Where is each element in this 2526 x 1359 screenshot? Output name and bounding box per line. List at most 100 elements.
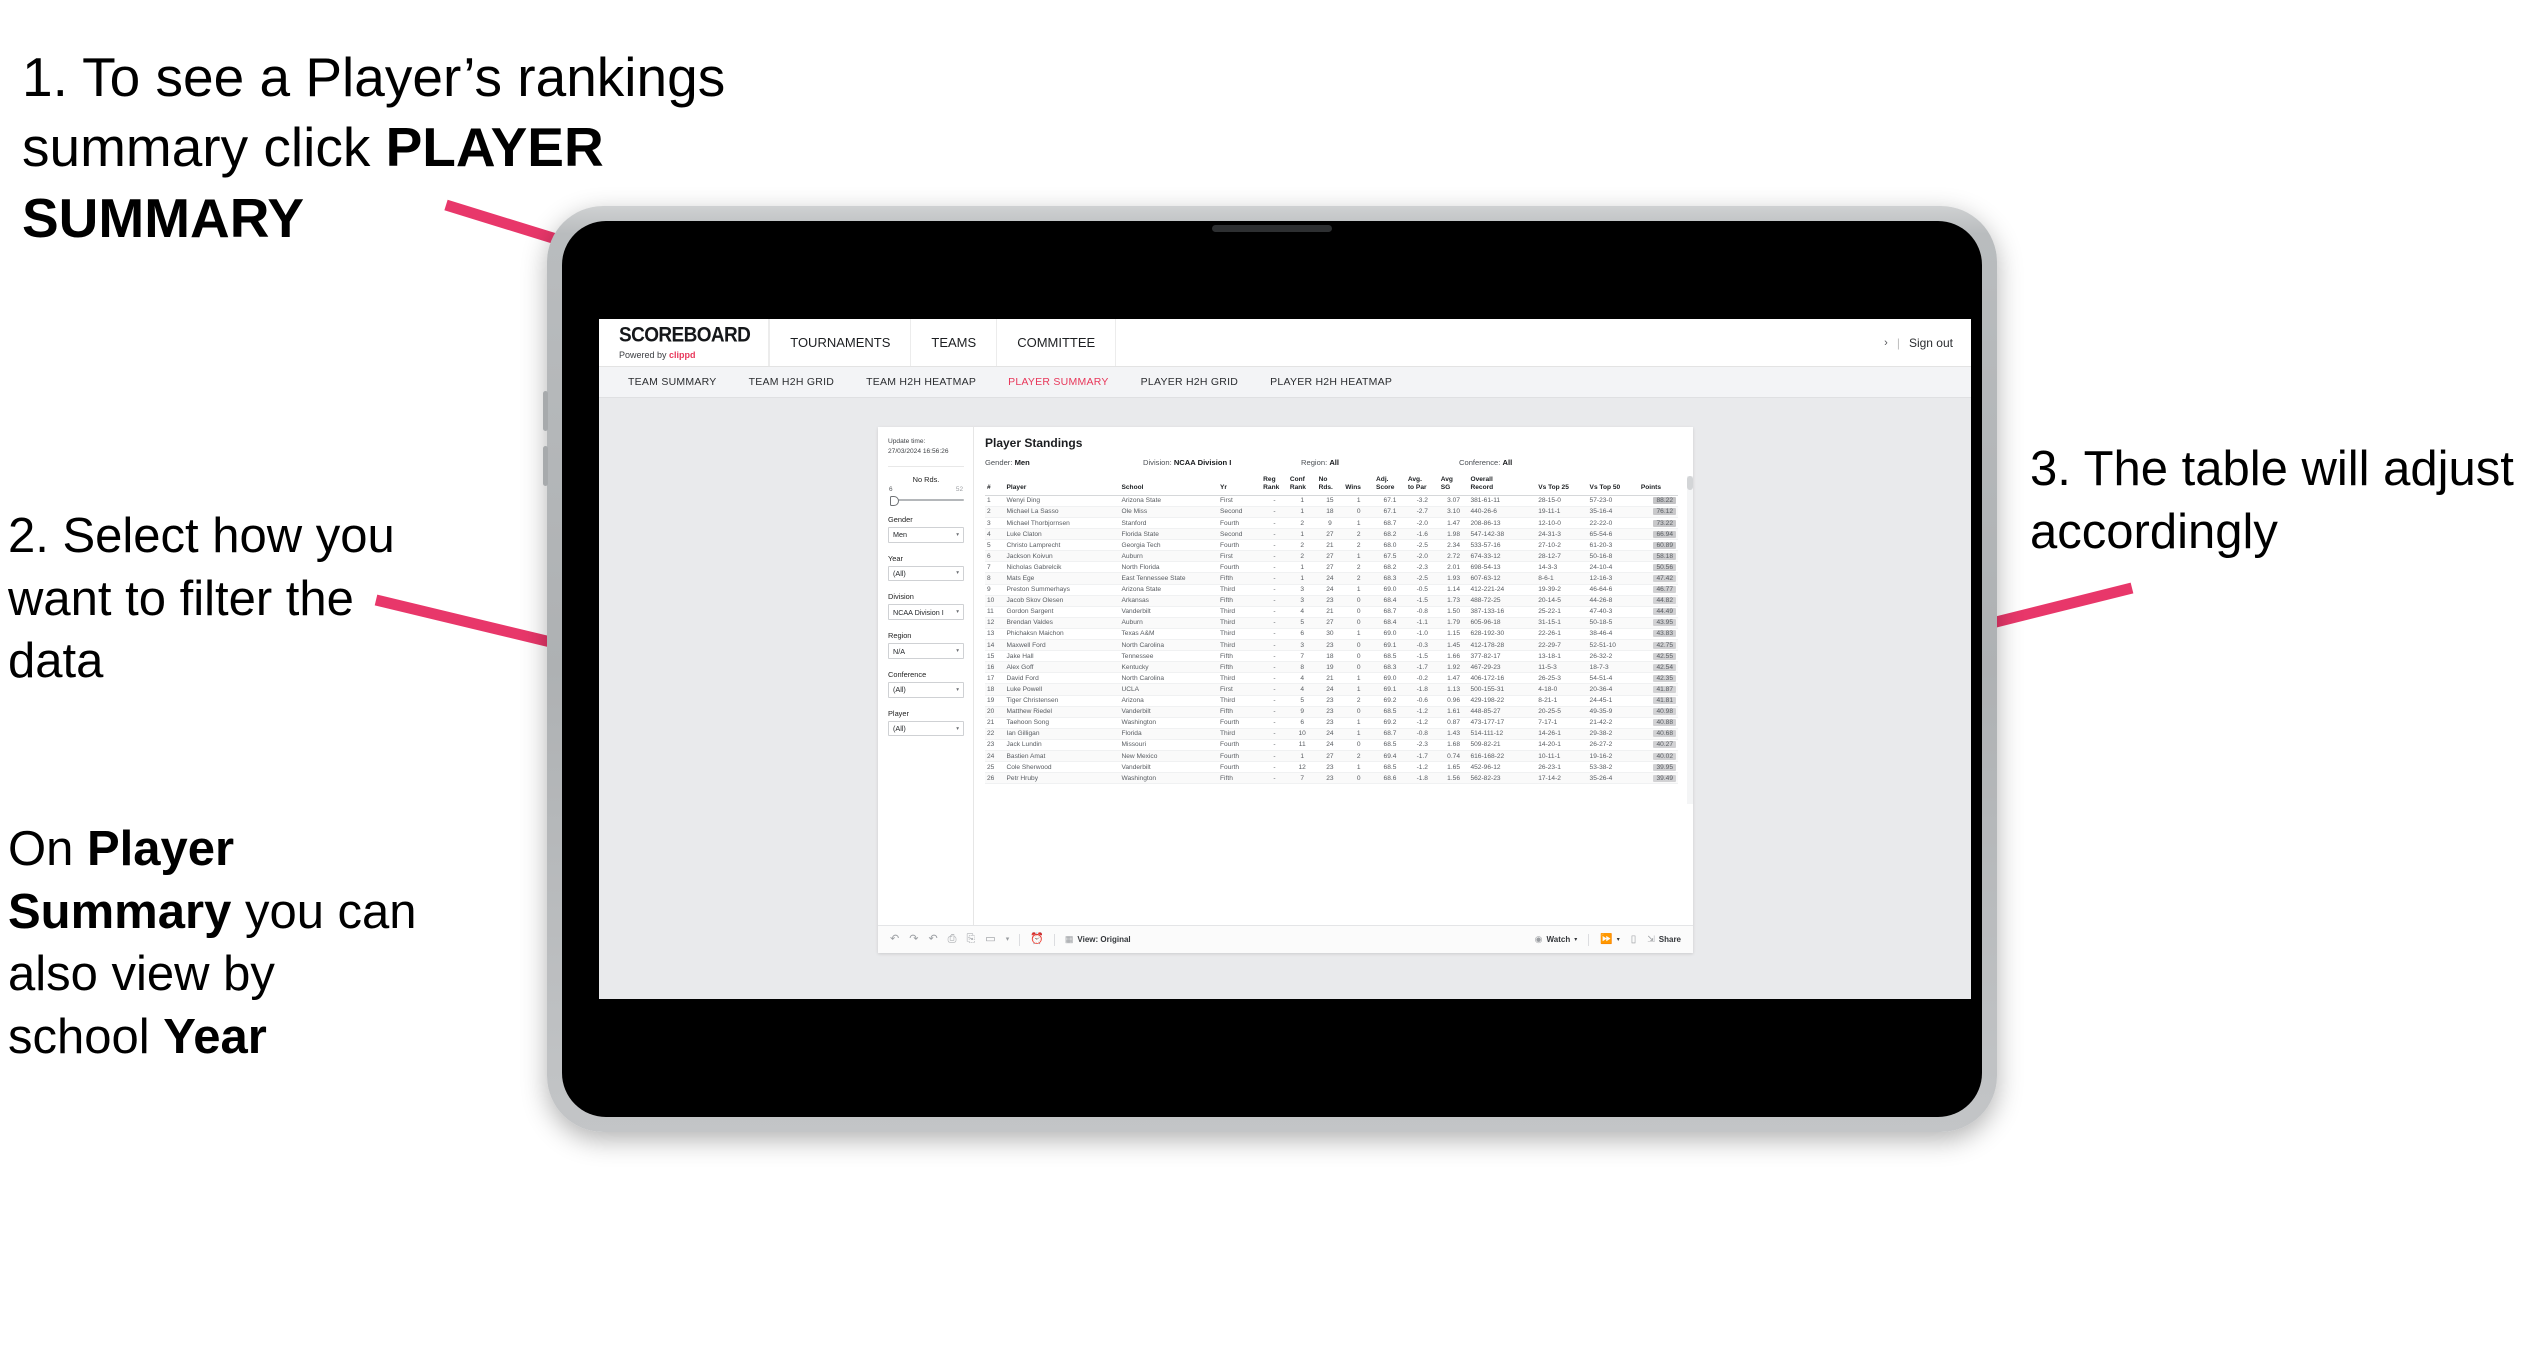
col-vs-top-25[interactable]: Vs Top 25 (1536, 476, 1588, 496)
cell-conf: 10 (1287, 728, 1317, 740)
tab-team-h2h-heatmap[interactable]: TEAM H2H HEATMAP (850, 376, 992, 388)
redo-icon[interactable]: ↷ (909, 934, 918, 945)
table-row[interactable]: 13 Phichaksn Maichon Texas A&M Third -6 30 1 69… (985, 628, 1678, 641)
year-select[interactable]: (All) ▾ (888, 565, 964, 582)
table-row[interactable]: 9 Preston Summerhays Arizona State Third -3 2… (985, 584, 1678, 596)
filter-divider (888, 465, 964, 467)
col-player[interactable]: Player (1004, 476, 1120, 496)
sub-navigation: TEAM SUMMARY TEAM H2H GRID TEAM H2H HEAT… (599, 367, 1971, 398)
cell-n: 21 (985, 717, 1005, 729)
cell-pts: 76.12 (1638, 506, 1678, 519)
slider-handle[interactable] (890, 495, 899, 506)
table-row[interactable]: 18 Luke Powell UCLA First -4 24 1 69.1 -1.8 1.13 5… (985, 683, 1678, 696)
cell-yr: Third (1218, 617, 1262, 629)
rectangle-select-icon[interactable]: ▭ (985, 934, 995, 945)
col-avg-sg[interactable]: Avg SG (1438, 476, 1469, 496)
view-original-button[interactable]: ▦ View: Original (1065, 935, 1131, 945)
table-row[interactable]: 7 Nicholas Gabrelcik North Florida Fourth -1… (985, 561, 1678, 574)
undo-icon[interactable]: ↶ (890, 934, 899, 945)
table-row[interactable]: 14 Maxwell Ford North Carolina Third -3 23 0 69… (985, 639, 1678, 652)
cell-rds: 27 (1316, 528, 1344, 541)
cell-adj: 68.4 (1374, 617, 1406, 629)
table-row[interactable]: 10 Jacob Skov Olesen Arkansas Fifth -3 23 0 68.… (985, 595, 1678, 607)
pause-icon[interactable]: ⎘ (966, 934, 975, 945)
table-row[interactable]: 11 Gordon Sargent Vanderbilt Third -4 21 0 68.7… (985, 606, 1678, 618)
tab-team-h2h-grid[interactable]: TEAM H2H GRID (733, 376, 851, 388)
share-button[interactable]: ⇲ Share (1647, 935, 1681, 945)
cell-adj: 67.5 (1374, 550, 1406, 563)
chevron-down-icon[interactable]: ▾ (1006, 936, 1010, 943)
col-yr-l1: Yr (1220, 483, 1227, 491)
annotation-2b-prefix: On (8, 822, 87, 876)
clock-icon[interactable]: ⏰ (1030, 934, 1044, 945)
gender-select[interactable]: Men ▾ (888, 526, 964, 543)
col-school[interactable]: School (1119, 476, 1219, 496)
download-button[interactable]: ⏩ ▾ (1600, 934, 1619, 945)
no-rounds-max: 52 (955, 485, 963, 493)
col-conf-rank[interactable]: Conf Rank (1287, 476, 1317, 496)
cell-sg: 1.61 (1438, 706, 1469, 718)
table-row[interactable]: 19 Tiger Christensen Arizona Third -5 23 2 69.2… (985, 695, 1678, 707)
region-select[interactable]: N/A ▾ (888, 643, 964, 659)
cell-adj: 68.0 (1374, 539, 1406, 552)
cell-rds: 24 (1316, 739, 1344, 751)
table-row[interactable]: 6 Jackson Koivun Auburn First -2 27 1 67.5 -2.0 2… (985, 550, 1678, 563)
nav-item-committee[interactable]: COMMITTEE (997, 319, 1117, 366)
nav-label-committee: COMMITTEE (1017, 335, 1096, 350)
table-row[interactable]: 25 Cole Sherwood Vanderbilt Fourth -12 23 1 68.… (985, 761, 1678, 774)
no-rounds-slider[interactable] (888, 495, 964, 506)
tab-team-summary[interactable]: TEAM SUMMARY (612, 376, 733, 388)
tab-player-h2h-heatmap[interactable]: PLAYER H2H HEATMAP (1254, 376, 1408, 388)
division-select[interactable]: NCAA Division I ▾ (888, 604, 964, 621)
nav-item-teams[interactable]: TEAMS (911, 319, 998, 366)
cell-player: Michael La Sasso (1004, 506, 1120, 519)
col-wins[interactable]: Wins (1343, 476, 1375, 496)
col-vs-top-50[interactable]: Vs Top 50 (1587, 476, 1639, 496)
col-rec-l1: Overall (1470, 476, 1493, 483)
table-row[interactable]: 12 Brendan Valdes Auburn Third -5 27 0 68.4 -1.1… (985, 617, 1678, 629)
cell-player: Ian Gilligan (1004, 728, 1120, 740)
table-row[interactable]: 3 Michael Thorbjornsen Stanford Fourth -2 9 1 6… (985, 517, 1678, 530)
table-row[interactable]: 2 Michael La Sasso Ole Miss Second -1 18 0 67.1… (985, 506, 1678, 519)
table-row[interactable]: 22 Ian Gilligan Florida Third -10 24 1 68.7 -0.8… (985, 728, 1678, 740)
table-row[interactable]: 15 Jake Hall Tennessee Fifth -7 18 0 68.5 -1.5 1.… (985, 650, 1678, 663)
chevron-down-icon: ▾ (956, 531, 959, 538)
table-row[interactable]: 8 Mats Ege East Tennessee State Fifth -1 24 2 6… (985, 572, 1678, 585)
table-row[interactable]: 16 Alex Goff Kentucky Fifth -8 19 0 68.3 -1.7 1.9… (985, 661, 1678, 674)
table-row[interactable]: 24 Bastien Amat New Mexico Fourth -1 27 2 69.4-… (985, 750, 1678, 763)
table-row[interactable]: 26 Petr Hruby Washington Fifth -7 23 0 68.6 -1.8… (985, 772, 1678, 785)
chevron-right-icon[interactable]: › (1884, 337, 1888, 349)
col-reg-rank[interactable]: Reg Rank (1261, 476, 1288, 496)
table-row[interactable]: 5 Christo Lamprecht Georgia Tech Fourth -2 21… (985, 539, 1678, 552)
sign-out-link[interactable]: Sign out (1909, 336, 1953, 350)
col-avg-to-par[interactable]: Avg. to Par (1405, 476, 1439, 496)
col-overall-record[interactable]: Overall Record (1468, 476, 1537, 496)
nav-item-tournaments[interactable]: TOURNAMENTS (769, 319, 912, 366)
table-row[interactable]: 17 David Ford North Carolina Third -4 21 1 69.0… (985, 672, 1678, 685)
cell-wins: 2 (1343, 750, 1375, 763)
player-select[interactable]: (All) ▾ (888, 720, 964, 737)
col-yr[interactable]: Yr (1218, 476, 1262, 496)
revert-icon[interactable]: ↶ (928, 934, 937, 945)
refresh-icon[interactable]: ⎙ (948, 934, 957, 945)
tab-player-h2h-grid[interactable]: PLAYER H2H GRID (1125, 376, 1255, 388)
cell-rds: 23 (1316, 639, 1344, 652)
device-layout-icon[interactable]: ▯ (1631, 934, 1637, 945)
col-no-rds[interactable]: No Rds. (1316, 476, 1344, 496)
table-row[interactable]: 23 Jack Lundin Missouri Fourth -11 24 0 68.5 -2.… (985, 739, 1678, 751)
col-points[interactable]: Points (1638, 476, 1678, 496)
table-row[interactable]: 21 Taehoon Song Washington Fourth -6 23 1 69.2-… (985, 717, 1678, 729)
tab-player-summary[interactable]: PLAYER SUMMARY (992, 376, 1125, 388)
table-row[interactable]: 20 Matthew Riedel Vanderbilt Fifth -9 23 0 68.5… (985, 706, 1678, 718)
cell-yr: Third (1218, 672, 1262, 685)
conference-select[interactable]: (All) ▾ (888, 681, 964, 698)
col-adj-score[interactable]: Adj. Score (1374, 476, 1406, 496)
table-row[interactable]: 4 Luke Claton Florida State Second -1 27 2 68.2… (985, 528, 1678, 541)
col-rank[interactable]: # (985, 476, 1005, 496)
scrollbar-thumb[interactable] (1687, 476, 1693, 490)
watch-button[interactable]: ◉ Watch ▾ (1535, 935, 1578, 945)
cell-reg: - (1261, 572, 1288, 585)
table-row[interactable]: 1 Wenyi Ding Arizona State First -1 15 1 67.1 -3… (985, 495, 1678, 507)
cell-adj: 69.1 (1374, 639, 1406, 652)
table-scrollbar[interactable] (1687, 476, 1693, 804)
